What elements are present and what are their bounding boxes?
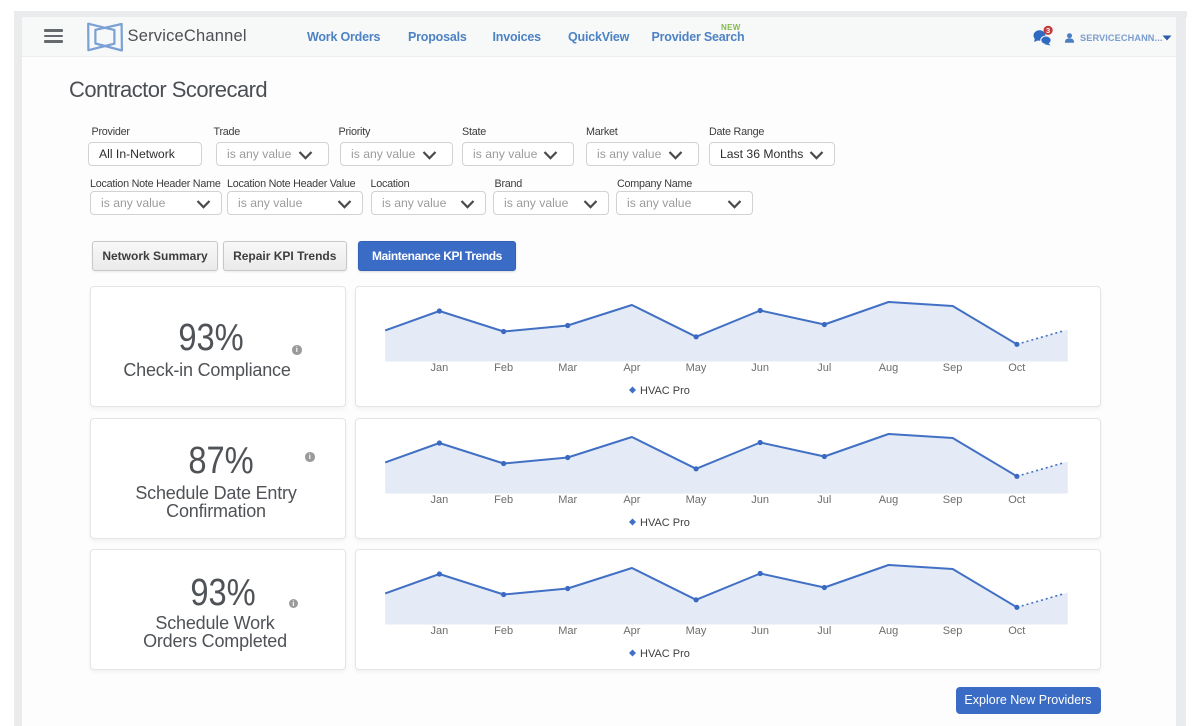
svg-text:HVAC Pro: HVAC Pro	[640, 385, 690, 397]
svg-text:Mar: Mar	[558, 494, 577, 506]
svg-text:Jun: Jun	[751, 362, 769, 374]
svg-text:Jan: Jan	[431, 625, 449, 637]
svg-text:Apr: Apr	[623, 362, 640, 374]
svg-text:Oct: Oct	[1008, 494, 1025, 506]
svg-text:Jul: Jul	[817, 625, 831, 637]
svg-text:3: 3	[1046, 26, 1050, 35]
svg-text:HVAC Pro: HVAC Pro	[640, 648, 690, 660]
svg-text:Jul: Jul	[817, 494, 831, 506]
svg-text:Sep: Sep	[943, 362, 963, 374]
svg-text:Sep: Sep	[943, 494, 963, 506]
svg-text:Apr: Apr	[623, 625, 640, 637]
svg-text:Oct: Oct	[1008, 625, 1025, 637]
svg-text:Aug: Aug	[879, 625, 899, 637]
svg-text:Feb: Feb	[494, 625, 513, 637]
svg-text:HVAC Pro: HVAC Pro	[640, 517, 690, 529]
svg-text:May: May	[686, 625, 707, 637]
svg-text:Oct: Oct	[1008, 362, 1025, 374]
svg-text:Jan: Jan	[431, 362, 449, 374]
svg-text:Feb: Feb	[494, 362, 513, 374]
svg-text:Mar: Mar	[558, 362, 577, 374]
svg-text:Aug: Aug	[879, 494, 899, 506]
svg-text:May: May	[686, 494, 707, 506]
svg-text:Jan: Jan	[431, 494, 449, 506]
svg-text:May: May	[686, 362, 707, 374]
svg-text:Jun: Jun	[751, 494, 769, 506]
svg-text:Mar: Mar	[558, 625, 577, 637]
svg-text:Sep: Sep	[943, 625, 963, 637]
svg-text:Aug: Aug	[879, 362, 899, 374]
svg-text:Feb: Feb	[494, 494, 513, 506]
svg-text:Jun: Jun	[751, 625, 769, 637]
svg-text:Jul: Jul	[817, 362, 831, 374]
svg-text:Apr: Apr	[623, 494, 640, 506]
